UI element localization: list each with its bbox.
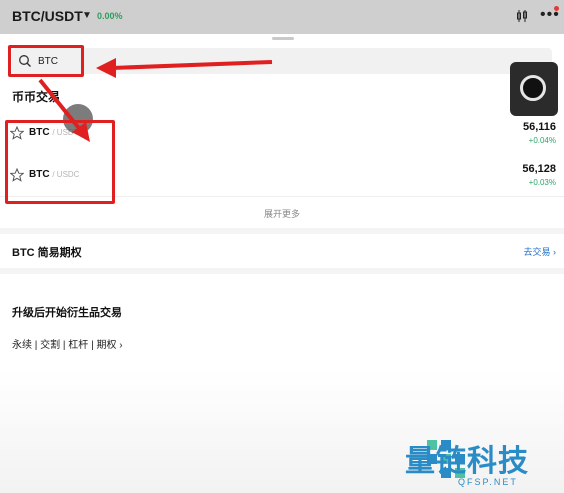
trading-pair-title[interactable]: BTC/USDT [12,8,83,24]
watermark-text: 量链科技 [405,445,529,478]
notification-dot [554,6,559,11]
assistive-touch-button[interactable] [510,62,558,116]
annotation-box-search [8,45,84,77]
list-item-price: 56,128 [522,163,556,175]
list-item-price: 56,116 [522,121,556,133]
spot-section-title: 币币交易 [12,90,61,104]
candlestick-chart-icon[interactable] [516,9,528,23]
expand-more-button[interactable]: 展开更多 [0,207,564,220]
section-gap [0,228,564,234]
pair-change-percent: 0.00% [97,11,123,21]
chevron-down-icon[interactable]: ▼ [82,10,92,21]
assistive-touch-icon [520,75,546,101]
annotation-box-results [5,120,115,204]
list-item-change: +0.03% [528,178,556,187]
go-trade-link[interactable]: 去交易 › [524,245,557,258]
sheet-drag-handle[interactable] [272,37,294,40]
upgrade-section-title: 升级后开始衍生品交易 [12,307,122,319]
options-section-title: BTC 简易期权 [12,247,82,259]
search-input[interactable] [12,48,552,74]
list-item-change: +0.04% [528,136,556,145]
section-gap [0,268,564,274]
watermark-url: QFSP.NET [458,477,518,487]
derivatives-links[interactable]: 永续 | 交割 | 杠杆 | 期权 › [12,336,123,351]
